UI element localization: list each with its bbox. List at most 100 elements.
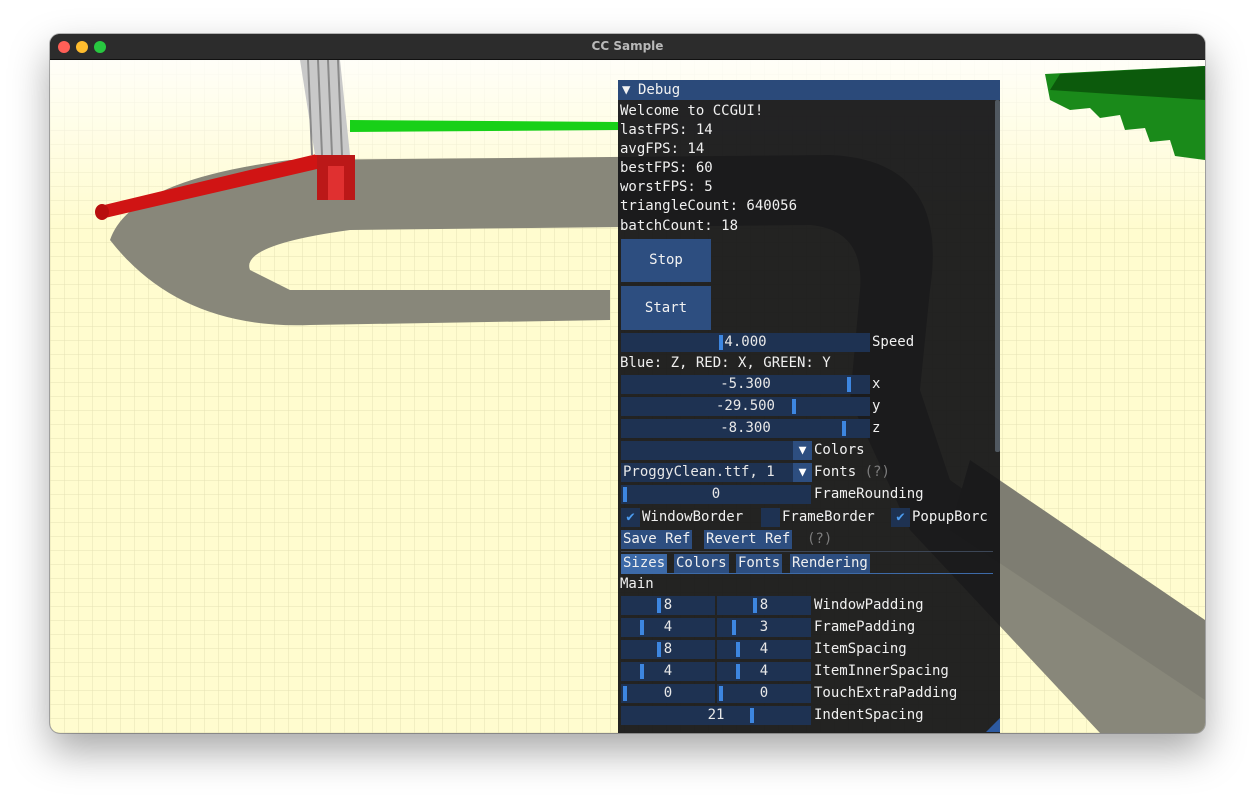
z-slider-grab[interactable] <box>842 421 846 436</box>
indent-spacing-label: IndentSpacing <box>814 707 924 723</box>
x-slider-grab[interactable] <box>847 377 851 392</box>
frame-border-checkbox[interactable] <box>761 508 780 527</box>
save-ref-button[interactable]: Save Ref <box>621 530 693 549</box>
size-row-1-a-slider-value: 4 <box>663 619 673 635</box>
size-row-2-b-slider-value: 4 <box>759 641 769 657</box>
revert-ref-button[interactable]: Revert Ref <box>704 530 793 549</box>
colors-combo-arrow-icon[interactable]: ▼ <box>793 441 812 460</box>
size-row-0-a-slider-grab[interactable] <box>657 598 661 613</box>
y-slider[interactable]: -29.500 <box>621 397 870 416</box>
z-value: -8.300 <box>720 420 771 436</box>
size-row-0-b-slider[interactable]: 8 <box>717 596 811 615</box>
popup-border-label: PopupBorc <box>912 509 988 525</box>
fonts-combo-arrow-icon[interactable]: ▼ <box>793 463 812 482</box>
size-row-3-b-slider[interactable]: 4 <box>717 662 811 681</box>
title-bar[interactable]: CC Sample <box>50 34 1205 60</box>
stop-button[interactable]: Stop <box>621 239 711 282</box>
panel-scrollbar[interactable] <box>995 100 1000 452</box>
y-slider-grab[interactable] <box>792 399 796 414</box>
x-label: x <box>872 376 881 392</box>
size-row-4-label: TouchExtraPadding <box>814 685 958 701</box>
size-row-2-a-slider-value: 8 <box>663 641 673 657</box>
fonts-combo-label: Fonts (?) <box>814 463 890 482</box>
tab-fonts[interactable]: Fonts <box>736 554 783 573</box>
size-row-3-a-slider[interactable]: 4 <box>621 662 715 681</box>
size-row-1-b-slider-grab[interactable] <box>732 620 736 635</box>
axis-hint: Blue: Z, RED: X, GREEN: Y <box>620 355 831 371</box>
size-row-1-label: FramePadding <box>814 619 916 635</box>
size-row-0-a-slider[interactable]: 8 <box>621 596 715 615</box>
size-row-1-a-slider-grab[interactable] <box>640 620 644 635</box>
size-row-3-a-slider-value: 4 <box>663 663 673 679</box>
size-row-3-a-slider-grab[interactable] <box>640 664 644 679</box>
size-row-0-b-slider-value: 8 <box>759 597 769 613</box>
size-row-3-b-slider-value: 4 <box>759 663 769 679</box>
speed-label: Speed <box>872 334 915 350</box>
indent-spacing-grab[interactable] <box>750 708 754 723</box>
tab-sizes[interactable]: Sizes <box>621 554 668 573</box>
tab-colors[interactable]: Colors <box>674 554 729 573</box>
size-row-2-a-slider-grab[interactable] <box>657 642 661 657</box>
size-row-1-b-slider[interactable]: 3 <box>717 618 811 637</box>
z-label: z <box>872 420 881 436</box>
size-row-4-a-slider-grab[interactable] <box>623 686 627 701</box>
fonts-help-icon[interactable]: (?) <box>865 464 890 480</box>
debug-panel[interactable]: ▼ Debug Welcome to CCGUI! lastFPS: 14 avg… <box>618 80 1000 733</box>
resize-grip[interactable] <box>986 718 1000 732</box>
stat-avg-fps: avgFPS: 14 <box>620 141 705 157</box>
app-window: CC Sample ▼ Debug Welcome to CCGUI! last… <box>50 34 1205 733</box>
debug-panel-title: Debug <box>638 82 681 98</box>
section-main: Main <box>620 576 654 592</box>
speed-slider-grab[interactable] <box>719 335 723 350</box>
fonts-label-text: Fonts <box>814 464 857 480</box>
size-row-4-b-slider-grab[interactable] <box>719 686 723 701</box>
frame-rounding-label: FrameRounding <box>814 486 924 502</box>
start-button[interactable]: Start <box>621 286 711 330</box>
size-row-2-a-slider[interactable]: 8 <box>621 640 715 659</box>
popup-border-checkbox[interactable]: ✔ <box>891 508 910 527</box>
stat-worst-fps: worstFPS: 5 <box>620 179 713 195</box>
collapse-triangle-icon[interactable]: ▼ <box>622 80 638 100</box>
size-row-4-b-slider[interactable]: 0 <box>717 684 811 703</box>
green-axis <box>350 120 618 132</box>
3d-viewport[interactable]: ▼ Debug Welcome to CCGUI! lastFPS: 14 avg… <box>50 60 1205 733</box>
indent-spacing-slider[interactable]: 21 <box>621 706 811 725</box>
ref-help-icon[interactable]: (?) <box>807 530 832 549</box>
size-row-0-a-slider-value: 8 <box>663 597 673 613</box>
size-row-1-a-slider[interactable]: 4 <box>621 618 715 637</box>
frame-border-label: FrameBorder <box>782 509 875 525</box>
debug-panel-header[interactable]: ▼ Debug <box>618 80 1000 100</box>
frame-rounding-slider[interactable]: 0 <box>621 485 811 504</box>
size-row-2-label: ItemSpacing <box>814 641 907 657</box>
welcome-text: Welcome to CCGUI! <box>620 103 764 119</box>
stat-best-fps: bestFPS: 60 <box>620 160 713 176</box>
frame-rounding-value: 0 <box>711 486 721 502</box>
size-row-1-b-slider-value: 3 <box>759 619 769 635</box>
y-label: y <box>872 398 881 414</box>
window-border-checkbox[interactable]: ✔ <box>621 508 640 527</box>
indent-spacing-value: 21 <box>707 707 725 723</box>
frame-rounding-grab[interactable] <box>623 487 627 502</box>
size-row-0-label: WindowPadding <box>814 597 924 613</box>
tab-rendering[interactable]: Rendering <box>790 554 870 573</box>
size-row-3-label: ItemInnerSpacing <box>814 663 949 679</box>
stat-last-fps: lastFPS: 14 <box>620 122 713 138</box>
colors-combo-label: Colors <box>814 442 865 458</box>
window-title: CC Sample <box>591 39 664 53</box>
size-row-0-b-slider-grab[interactable] <box>753 598 757 613</box>
speed-slider[interactable]: 4.000 <box>621 333 870 352</box>
stat-triangle-count: triangleCount: 640056 <box>620 198 798 214</box>
fonts-combo[interactable]: ProggyClean.ttf, 1 <box>621 463 793 482</box>
size-row-4-a-slider[interactable]: 0 <box>621 684 715 703</box>
size-row-2-b-slider-grab[interactable] <box>736 642 740 657</box>
separator <box>621 551 993 552</box>
size-row-3-b-slider-grab[interactable] <box>736 664 740 679</box>
colors-combo[interactable] <box>621 441 793 460</box>
z-slider[interactable]: -8.300 <box>621 419 870 438</box>
tab-underline <box>621 573 993 574</box>
y-value: -29.500 <box>715 398 775 414</box>
x-slider[interactable]: -5.300 <box>621 375 870 394</box>
size-row-4-b-slider-value: 0 <box>759 685 769 701</box>
size-row-4-a-slider-value: 0 <box>663 685 673 701</box>
size-row-2-b-slider[interactable]: 4 <box>717 640 811 659</box>
